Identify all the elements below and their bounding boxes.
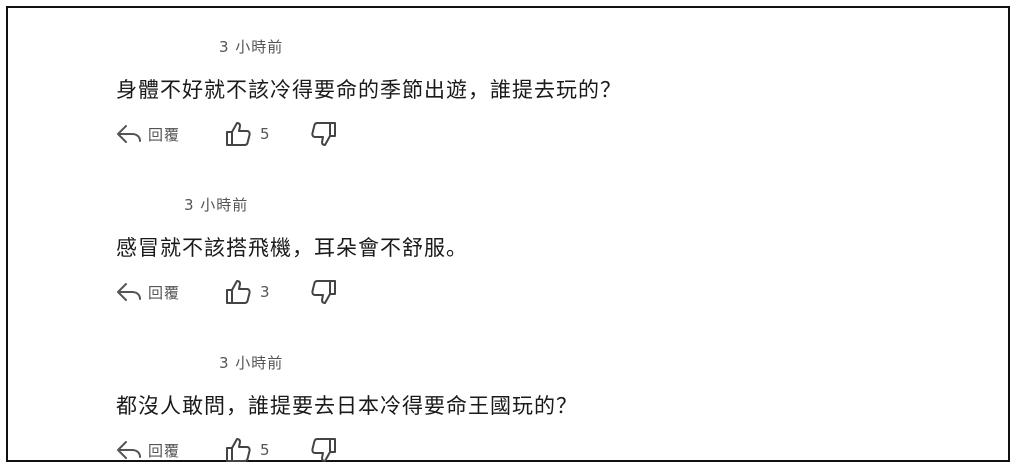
reply-label: 回覆 bbox=[148, 441, 181, 460]
comment-actions: 回覆 5 bbox=[116, 120, 338, 148]
dislike-button[interactable] bbox=[310, 436, 338, 464]
like-count: 5 bbox=[260, 125, 270, 143]
thumbs-down-icon bbox=[310, 278, 338, 306]
reply-button[interactable]: 回覆 bbox=[116, 439, 224, 461]
comment-timestamp: 3 小時前 bbox=[184, 196, 249, 214]
dislike-button[interactable] bbox=[310, 278, 338, 306]
like-button[interactable]: 5 bbox=[224, 120, 310, 148]
reply-button[interactable]: 回覆 bbox=[116, 281, 224, 303]
reply-button[interactable]: 回覆 bbox=[116, 123, 224, 145]
like-button[interactable]: 5 bbox=[224, 436, 310, 464]
reply-arrow-icon bbox=[116, 123, 142, 145]
comment-text: 身體不好就不該冷得要命的季節出遊，誰提去玩的？ bbox=[116, 78, 622, 102]
comment-actions: 回覆 3 bbox=[116, 278, 338, 306]
comment-item: 3 小時前 感冒就不該搭飛機，耳朵會不舒服。 回覆 3 bbox=[116, 194, 916, 304]
like-count: 5 bbox=[260, 441, 270, 459]
like-count: 3 bbox=[260, 283, 270, 301]
comment-timestamp: 3 小時前 bbox=[219, 38, 284, 56]
dislike-button[interactable] bbox=[310, 120, 338, 148]
thumbs-up-icon bbox=[224, 120, 252, 148]
thumbs-down-icon bbox=[310, 120, 338, 148]
comment-text: 感冒就不該搭飛機，耳朵會不舒服。 bbox=[116, 236, 468, 260]
comment-actions: 回覆 5 bbox=[116, 436, 338, 464]
reply-arrow-icon bbox=[116, 439, 142, 461]
reply-arrow-icon bbox=[116, 281, 142, 303]
comment-timestamp: 3 小時前 bbox=[219, 354, 284, 372]
reply-label: 回覆 bbox=[148, 283, 181, 302]
thumbs-down-icon bbox=[310, 436, 338, 464]
thumbs-up-icon bbox=[224, 278, 252, 306]
comments-panel: 3 小時前 身體不好就不該冷得要命的季節出遊，誰提去玩的？ 回覆 5 3 小時前… bbox=[6, 6, 1010, 462]
thumbs-up-icon bbox=[224, 436, 252, 464]
reply-label: 回覆 bbox=[148, 125, 181, 144]
comment-item: 3 小時前 身體不好就不該冷得要命的季節出遊，誰提去玩的？ 回覆 5 bbox=[116, 36, 916, 146]
comment-item: 3 小時前 都沒人敢問，誰提要去日本冷得要命王國玩的？ 回覆 5 bbox=[116, 352, 916, 462]
comment-text: 都沒人敢問，誰提要去日本冷得要命王國玩的？ bbox=[116, 394, 578, 418]
like-button[interactable]: 3 bbox=[224, 278, 310, 306]
